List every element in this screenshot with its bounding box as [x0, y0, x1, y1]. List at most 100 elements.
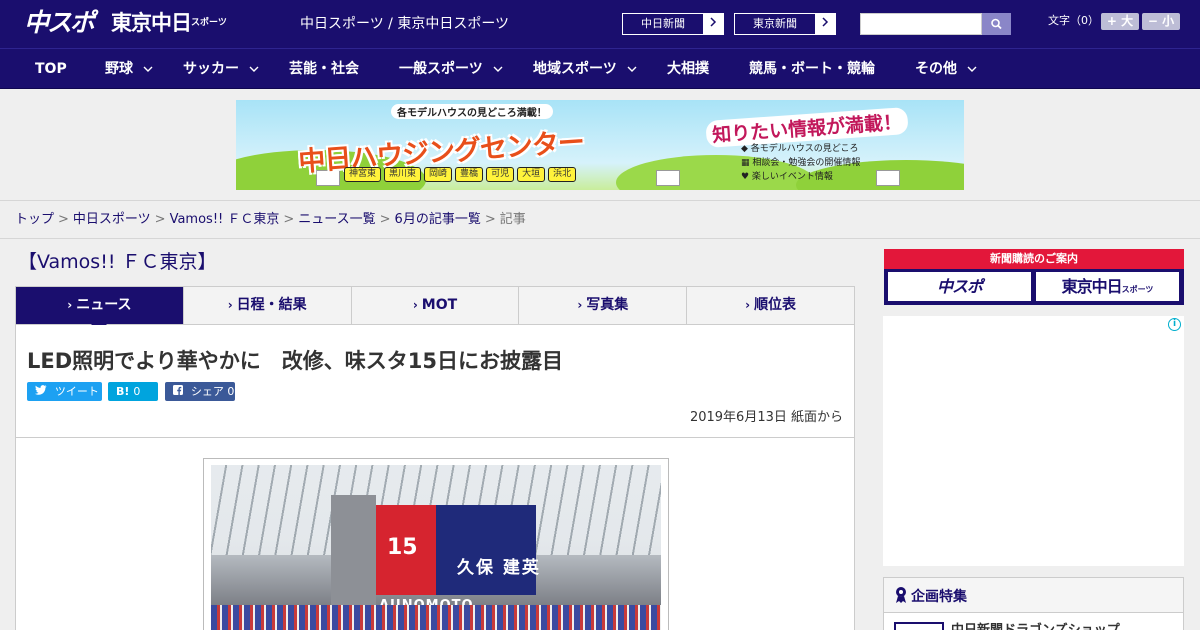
breadcrumb-link-chuspo[interactable]: 中日スポーツ — [73, 212, 151, 227]
nav-item-other[interactable]: その他 — [915, 49, 977, 89]
chevron-right-icon — [703, 14, 723, 34]
tab-label: 順位表 — [754, 297, 797, 313]
ad-info-icon[interactable]: i — [1168, 318, 1181, 331]
stadium-stand — [211, 605, 661, 630]
nav-item-label: 地域スポーツ — [533, 61, 617, 77]
banner-info-item: ▦ 相談会・勉強会の開催情報 — [741, 158, 861, 168]
banner-city: 浜北 — [548, 167, 577, 182]
breadcrumb-link-fctokyo[interactable]: Vamos!! ＦＣ東京 — [170, 212, 280, 227]
banner-city: 豊橋 — [455, 167, 484, 182]
breadcrumb-link-june-articles[interactable]: 6月の記事一覧 — [395, 212, 481, 227]
tab-label: ニュース — [76, 297, 132, 313]
tab-standings[interactable]: › 順位表 — [687, 287, 854, 324]
tokyo-chunichi-logo[interactable]: 東京中日スポーツ — [111, 10, 227, 36]
facebook-share-label: シェア 0 — [190, 385, 235, 398]
tab-label: 日程・結果 — [236, 297, 307, 313]
tab-label: 写真集 — [586, 297, 629, 313]
breadcrumb-link-top[interactable]: トップ — [15, 212, 54, 227]
chevron-right-icon: › — [577, 298, 583, 312]
site-name: 中日スポーツ / 東京中日スポーツ — [300, 16, 510, 32]
nav-item-label: 競馬・ボート・競輪 — [749, 61, 875, 77]
nav-item-racing[interactable]: 競馬・ボート・競輪 — [749, 49, 875, 89]
hatena-bookmark-button[interactable]: B! 0 — [108, 382, 158, 401]
feature-item-link[interactable]: 中日新聞ドラゴンズショップ — [951, 619, 1120, 630]
nav-item-label: 大相撲 — [667, 61, 709, 77]
nav-item-regional-sports[interactable]: 地域スポーツ — [533, 49, 637, 89]
screen-number: 15 — [387, 535, 418, 560]
top-header: 中スポ 東京中日スポーツ 中日スポーツ / 東京中日スポーツ 中日新聞 東京新聞… — [0, 0, 1200, 48]
nav-item-label: サッカー — [183, 61, 239, 77]
ribbon-icon — [895, 586, 907, 608]
article-headline: LED照明でより華やかに 改修、味スタ15日にお披露目 — [27, 349, 563, 373]
article-date: 2019年6月13日 紙面から — [689, 410, 843, 425]
nav-item-label: TOP — [35, 61, 67, 77]
font-size-increase-button[interactable]: + 大 — [1101, 13, 1139, 30]
chevron-down-icon — [143, 50, 153, 90]
banner-city: 黒川東 — [384, 167, 422, 182]
facebook-icon — [173, 385, 187, 398]
nav-item-top[interactable]: TOP — [35, 49, 67, 89]
twitter-icon — [35, 385, 51, 398]
search-button[interactable] — [982, 13, 1011, 35]
feature-thumbnail[interactable] — [894, 622, 944, 630]
banner-info-list: ◆ 各モデルハウスの見どころ ▦ 相談会・勉強会の開催情報 ♥ 楽しいイベント情… — [741, 142, 860, 184]
feature-title: 企画特集 — [911, 589, 967, 605]
feature-header: 企画特集 — [884, 578, 1183, 613]
subscription-title[interactable]: 新聞購読のご案内 — [884, 249, 1184, 269]
section-tabs: › ニュース › 日程・結果 › MOT › 写真集 › 順位表 — [15, 286, 855, 332]
banner-top-text: 各モデルハウスの見どころ満載！ — [391, 104, 553, 119]
breadcrumb-separator: > — [58, 212, 69, 227]
paper-link-label: 中日新聞 — [623, 14, 703, 34]
banner-city: 大垣 — [517, 167, 546, 182]
tokyo-shinbun-link[interactable]: 東京新聞 — [734, 13, 836, 35]
nav-item-soccer[interactable]: サッカー — [183, 49, 259, 89]
chunichi-shinbun-link[interactable]: 中日新聞 — [622, 13, 724, 35]
tab-mot[interactable]: › MOT — [351, 287, 520, 324]
hatena-icon: B! — [116, 385, 130, 398]
nav-item-sumo[interactable]: 大相撲 — [667, 49, 709, 89]
banner-city-list: 神宮東 黒川東 岡崎 豊橋 可児 大垣 浜北 — [344, 167, 577, 182]
article-photo[interactable]: 15 久保 建英 AJINOMOTO — [211, 465, 661, 630]
nav-item-general-sports[interactable]: 一般スポーツ — [399, 49, 503, 89]
nav-item-baseball[interactable]: 野球 — [105, 49, 153, 89]
chevron-right-icon: › — [227, 298, 233, 312]
chevron-right-icon: › — [412, 298, 418, 312]
font-size-decrease-button[interactable]: − 小 — [1142, 13, 1180, 30]
chuspo-subscription-button[interactable]: 中スポ — [888, 272, 1031, 301]
main-navigation: TOP 野球 サッカー 芸能・社会 一般スポーツ 地域スポーツ 大相撲 競馬・ボ… — [0, 48, 1200, 89]
breadcrumb-separator: > — [283, 212, 295, 227]
chevron-down-icon — [249, 50, 259, 90]
chevron-down-icon — [967, 50, 977, 90]
breadcrumb-bar: トップ > 中日スポーツ > Vamos!! ＦＣ東京 > ニュース一覧 >6月の記事一覧 > 記… — [0, 200, 1200, 239]
tab-schedule[interactable]: › 日程・結果 — [183, 287, 352, 324]
nav-item-entertainment[interactable]: 芸能・社会 — [289, 49, 359, 89]
search-input[interactable] — [860, 13, 982, 35]
breadcrumb: トップ > 中日スポーツ > Vamos!! ＦＣ東京 > ニュース一覧 >6月の記事一覧 > 記… — [15, 211, 526, 229]
tokyo-logo-sub: スポーツ — [191, 18, 227, 28]
sidebar-ad[interactable]: i — [883, 316, 1184, 566]
article-photo-frame: 15 久保 建英 AJINOMOTO — [203, 458, 669, 630]
banner-info-item: ♥ 楽しいイベント情報 — [741, 172, 833, 182]
subscription-tokyo-sub: スポーツ — [1121, 285, 1154, 294]
section-title: 【Vamos!! ＦＣ東京】 — [18, 251, 217, 273]
tweet-button[interactable]: ツイート — [27, 382, 102, 401]
tab-photos[interactable]: › 写真集 — [519, 287, 688, 324]
nav-item-label: 野球 — [105, 61, 133, 77]
breadcrumb-separator: > — [154, 212, 166, 227]
chevron-down-icon — [493, 50, 503, 90]
font-size-label: 文字（0） — [1048, 14, 1099, 27]
chuspo-logo[interactable]: 中スポ — [24, 8, 95, 38]
tokyo-logo-text: 東京中日 — [111, 11, 192, 35]
tokyo-chunichi-subscription-button[interactable]: 東京中日スポーツ — [1036, 272, 1179, 301]
hatena-count: 0 — [133, 385, 141, 398]
subscription-box: 新聞購読のご案内 中スポ 東京中日スポーツ — [884, 249, 1184, 305]
stadium-tower — [331, 495, 376, 605]
nav-item-label: その他 — [915, 61, 957, 77]
facebook-share-button[interactable]: シェア 0 — [165, 382, 235, 401]
house-icon — [876, 170, 900, 186]
housing-center-banner-ad[interactable]: 各モデルハウスの見どころ満載！ 中日ハウジングセンター 知りたい情報が満載！ ◆… — [236, 100, 964, 190]
breadcrumb-link-news-list[interactable]: ニュース一覧 — [298, 212, 375, 227]
tweet-label: ツイート — [54, 385, 99, 398]
tab-news[interactable]: › ニュース — [16, 287, 184, 332]
banner-info-item: ◆ 各モデルハウスの見どころ — [741, 144, 859, 154]
